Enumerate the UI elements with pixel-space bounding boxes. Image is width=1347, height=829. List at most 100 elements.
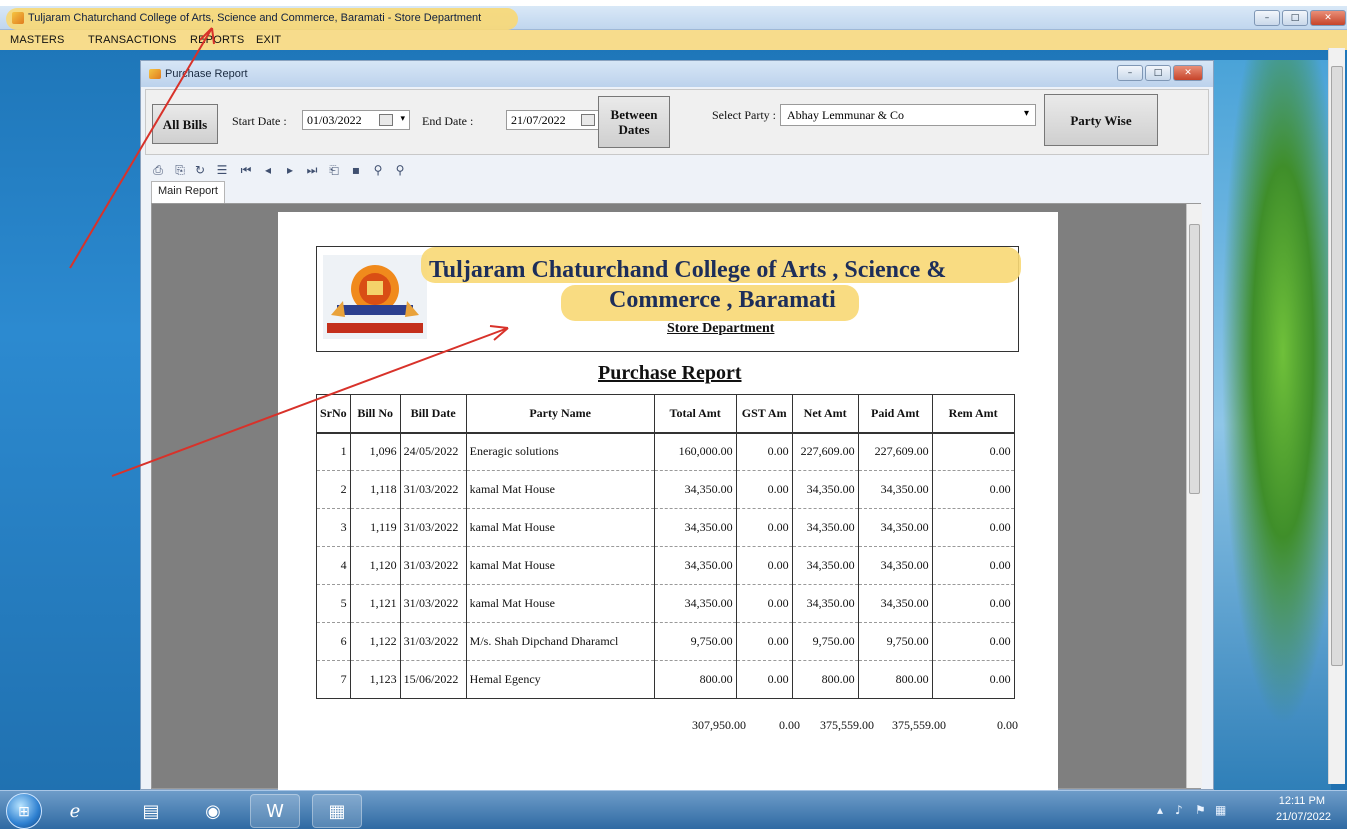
cell-rem-amt: 0.00 bbox=[931, 432, 1015, 471]
all-bills-button[interactable]: All Bills bbox=[152, 104, 218, 144]
media-icon[interactable]: ◉ bbox=[188, 794, 238, 828]
clock-date[interactable]: 21/07/2022 bbox=[1276, 811, 1331, 823]
cell-rem-amt: 0.00 bbox=[931, 546, 1015, 585]
flag-icon[interactable]: ⚑ bbox=[1195, 803, 1206, 817]
col-bill-no: Bill No bbox=[349, 394, 401, 434]
cell-net-amt: 34,350.00 bbox=[791, 584, 859, 623]
report-page: Tuljaram Chaturchand College of Arts , S… bbox=[278, 212, 1058, 792]
mdi-scroll-thumb[interactable] bbox=[1331, 66, 1343, 666]
cell-total-amt: 34,350.00 bbox=[653, 508, 737, 547]
find-icon[interactable]: ⚲ bbox=[371, 163, 385, 177]
col-net-amt: Net Amt bbox=[791, 394, 859, 434]
cell-srno: 3 bbox=[316, 508, 351, 547]
tray-arrow-icon[interactable]: ▴ bbox=[1157, 803, 1163, 817]
cell-bill-no: 1,119 bbox=[349, 508, 401, 547]
stop-icon[interactable]: ▪ bbox=[349, 163, 363, 177]
total-net-amt: 375,559.00 bbox=[820, 718, 874, 732]
cell-paid-amt: 34,350.00 bbox=[857, 508, 933, 547]
clock-time[interactable]: 12:11 PM bbox=[1279, 795, 1325, 807]
table-row: 6 1,122 31/03/2022 M/s. Shah Dipchand Dh… bbox=[316, 622, 1015, 661]
menu-transactions[interactable]: TRANSACTIONS bbox=[88, 34, 177, 46]
table-row: 4 1,120 31/03/2022 kamal Mat House 34,35… bbox=[316, 546, 1015, 585]
next-page-icon[interactable]: ▸ bbox=[283, 163, 297, 177]
cell-total-amt: 34,350.00 bbox=[653, 584, 737, 623]
cell-total-amt: 800.00 bbox=[653, 660, 737, 699]
network-icon[interactable]: ▦ bbox=[1215, 803, 1226, 817]
total-paid-amt: 375,559.00 bbox=[892, 718, 946, 732]
tab-main-report[interactable]: Main Report bbox=[151, 181, 225, 203]
first-page-icon[interactable]: ⏮ bbox=[239, 163, 253, 177]
cell-paid-amt: 34,350.00 bbox=[857, 470, 933, 509]
between-dates-label-1: Between bbox=[610, 107, 658, 122]
cell-net-amt: 34,350.00 bbox=[791, 508, 859, 547]
last-page-icon[interactable]: ⏭ bbox=[305, 163, 319, 177]
cell-paid-amt: 9,750.00 bbox=[857, 622, 933, 661]
cell-gst-amt: 0.00 bbox=[735, 432, 793, 471]
cell-bill-date: 24/05/2022 bbox=[399, 432, 467, 471]
export-icon[interactable]: ⎙ bbox=[151, 163, 165, 177]
start-orb-icon[interactable]: ⊞ bbox=[6, 793, 42, 829]
calendar-icon bbox=[581, 114, 595, 126]
filter-panel: All Bills Start Date : 01/03/2022 ▾ End … bbox=[145, 89, 1209, 155]
child-titlebar[interactable]: Purchase Report – □ ✕ bbox=[141, 61, 1213, 87]
zoom-icon[interactable]: ⚲ bbox=[393, 163, 407, 177]
cell-rem-amt: 0.00 bbox=[931, 584, 1015, 623]
col-party-name: Party Name bbox=[465, 394, 655, 434]
cell-party-name: Eneragic solutions bbox=[465, 432, 655, 471]
cell-bill-date: 15/06/2022 bbox=[399, 660, 467, 699]
child-maximize-icon[interactable]: □ bbox=[1145, 65, 1171, 81]
maximize-icon[interactable]: □ bbox=[1282, 10, 1308, 26]
cell-paid-amt: 34,350.00 bbox=[857, 584, 933, 623]
print-icon[interactable]: ⎘ bbox=[173, 163, 187, 177]
cell-rem-amt: 0.00 bbox=[931, 508, 1015, 547]
cell-net-amt: 34,350.00 bbox=[791, 546, 859, 585]
cell-bill-no: 1,096 bbox=[349, 432, 401, 471]
report-viewer-canvas: Tuljaram Chaturchand College of Arts , S… bbox=[151, 203, 1202, 792]
close-icon[interactable]: ✕ bbox=[1310, 10, 1346, 26]
explorer-icon[interactable]: ▤ bbox=[126, 794, 176, 828]
cell-bill-date: 31/03/2022 bbox=[399, 470, 467, 509]
party-dropdown[interactable]: Abhay Lemmunar & Co ▾ bbox=[780, 104, 1036, 126]
previous-page-icon[interactable]: ◂ bbox=[261, 163, 275, 177]
col-paid-amt: Paid Amt bbox=[857, 394, 933, 434]
report-viewer-toolbar: ⎙ ⎘ ↻ ☰ ⏮ ◂ ▸ ⏭ ⎗ ▪ ⚲ ⚲ bbox=[145, 157, 1209, 183]
total-total-amt: 307,950.00 bbox=[692, 718, 746, 732]
report-scroll-thumb[interactable] bbox=[1189, 224, 1200, 494]
cell-party-name: M/s. Shah Dipchand Dharamcl bbox=[465, 622, 655, 661]
mdi-scrollbar[interactable] bbox=[1328, 48, 1345, 784]
child-minimize-icon[interactable]: – bbox=[1117, 65, 1143, 81]
start-date-value: 01/03/2022 bbox=[307, 113, 362, 127]
goto-page-icon[interactable]: ⎗ bbox=[327, 163, 341, 177]
table-row: 2 1,118 31/03/2022 kamal Mat House 34,35… bbox=[316, 470, 1015, 509]
menu-exit[interactable]: EXIT bbox=[256, 34, 281, 46]
menu-masters[interactable]: MASTERS bbox=[10, 34, 65, 46]
child-close-icon[interactable]: ✕ bbox=[1173, 65, 1203, 81]
cell-party-name: Hemal Egency bbox=[465, 660, 655, 699]
end-date-picker[interactable]: 21/07/2022 ▾ bbox=[506, 110, 612, 130]
report-scrollbar[interactable] bbox=[1186, 204, 1202, 788]
child-window-icon bbox=[149, 69, 161, 79]
document-icon[interactable]: ▦ bbox=[312, 794, 362, 828]
speaker-icon[interactable]: ♪ bbox=[1175, 803, 1183, 817]
group-tree-icon[interactable]: ☰ bbox=[215, 163, 229, 177]
cell-party-name: kamal Mat House bbox=[465, 546, 655, 585]
ie-icon[interactable]: ℯ bbox=[50, 794, 100, 828]
minimize-icon[interactable]: – bbox=[1254, 10, 1280, 26]
cell-bill-no: 1,121 bbox=[349, 584, 401, 623]
word-icon[interactable]: W bbox=[250, 794, 300, 828]
menu-reports[interactable]: REPORTS bbox=[190, 34, 244, 46]
cell-srno: 6 bbox=[316, 622, 351, 661]
college-logo-icon bbox=[323, 255, 427, 339]
start-date-picker[interactable]: 01/03/2022 ▾ bbox=[302, 110, 410, 130]
dropdown-arrow-icon: ▾ bbox=[1023, 108, 1029, 119]
menubar: MASTERS TRANSACTIONS REPORTS EXIT bbox=[0, 30, 1347, 50]
cell-party-name: kamal Mat House bbox=[465, 508, 655, 547]
department-name: Store Department bbox=[667, 321, 775, 336]
between-dates-button[interactable]: Between Dates bbox=[598, 96, 670, 148]
cell-bill-date: 31/03/2022 bbox=[399, 508, 467, 547]
table-row: 7 1,123 15/06/2022 Hemal Egency 800.00 0… bbox=[316, 660, 1015, 699]
main-titlebar[interactable]: Tuljaram Chaturchand College of Arts, Sc… bbox=[0, 6, 1347, 30]
refresh-icon[interactable]: ↻ bbox=[193, 163, 207, 177]
party-wise-button[interactable]: Party Wise bbox=[1044, 94, 1158, 146]
table-row: 1 1,096 24/05/2022 Eneragic solutions 16… bbox=[316, 432, 1015, 471]
